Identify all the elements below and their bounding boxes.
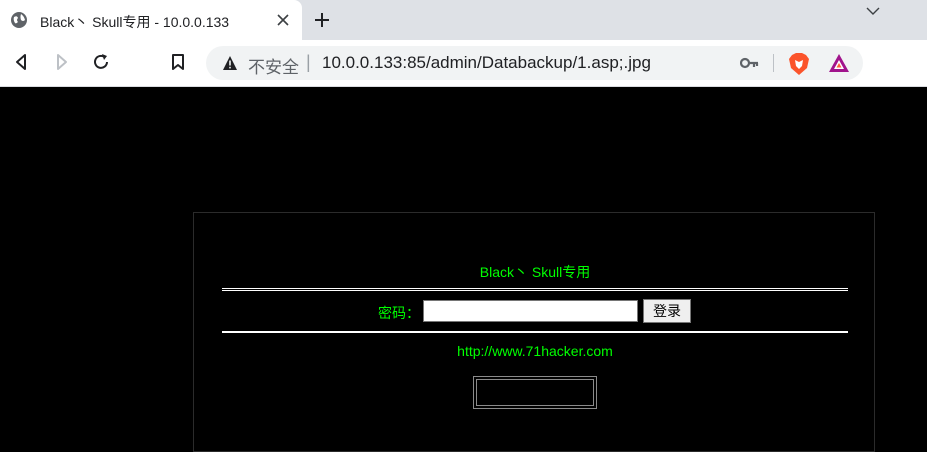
close-icon[interactable] [276, 13, 290, 27]
reload-icon[interactable] [91, 52, 111, 72]
password-input[interactable] [423, 300, 638, 322]
bookmark-icon[interactable] [168, 52, 188, 72]
login-panel: Black丶 Skull专用 密码： 登录 http://www.71hacke… [193, 212, 875, 452]
globe-icon [11, 12, 27, 28]
login-button[interactable]: 登录 [643, 299, 691, 323]
divider [773, 54, 774, 72]
address-bar[interactable]: 不安全 | 10.0.0.133:85/admin/Databackup/1.a… [206, 46, 863, 80]
page-body: Black丶 Skull专用 密码： 登录 http://www.71hacke… [0, 88, 927, 452]
plus-icon[interactable] [313, 11, 331, 29]
password-label: 密码： [378, 305, 420, 321]
security-status[interactable]: 不安全 [248, 53, 299, 78]
site-link[interactable]: http://www.71hacker.com [194, 343, 876, 359]
tab-strip: Black丶 Skull专用 - 10.0.0.133 [0, 0, 927, 40]
url-separator: | [306, 52, 311, 72]
browser-toolbar: 不安全 | 10.0.0.133:85/admin/Databackup/1.a… [0, 40, 927, 87]
tab-title: Black丶 Skull专用 - 10.0.0.133 [40, 14, 230, 30]
divider [222, 288, 848, 291]
brave-rewards-triangle-icon[interactable] [828, 53, 850, 73]
forward-arrow-icon[interactable] [51, 52, 71, 72]
back-arrow-icon[interactable] [12, 52, 32, 72]
browser-tab[interactable]: Black丶 Skull专用 - 10.0.0.133 [0, 0, 302, 40]
divider [222, 331, 848, 333]
url-text[interactable]: 10.0.0.133:85/admin/Databackup/1.asp;.jp… [322, 53, 651, 73]
warning-triangle-icon[interactable] [222, 55, 238, 71]
chevron-down-icon[interactable] [866, 6, 880, 16]
brave-lion-icon[interactable] [788, 52, 810, 76]
key-icon[interactable] [740, 56, 760, 70]
page-title: Black丶 Skull专用 [479, 264, 591, 280]
empty-frame-inner [476, 379, 594, 406]
empty-frame [473, 376, 597, 409]
